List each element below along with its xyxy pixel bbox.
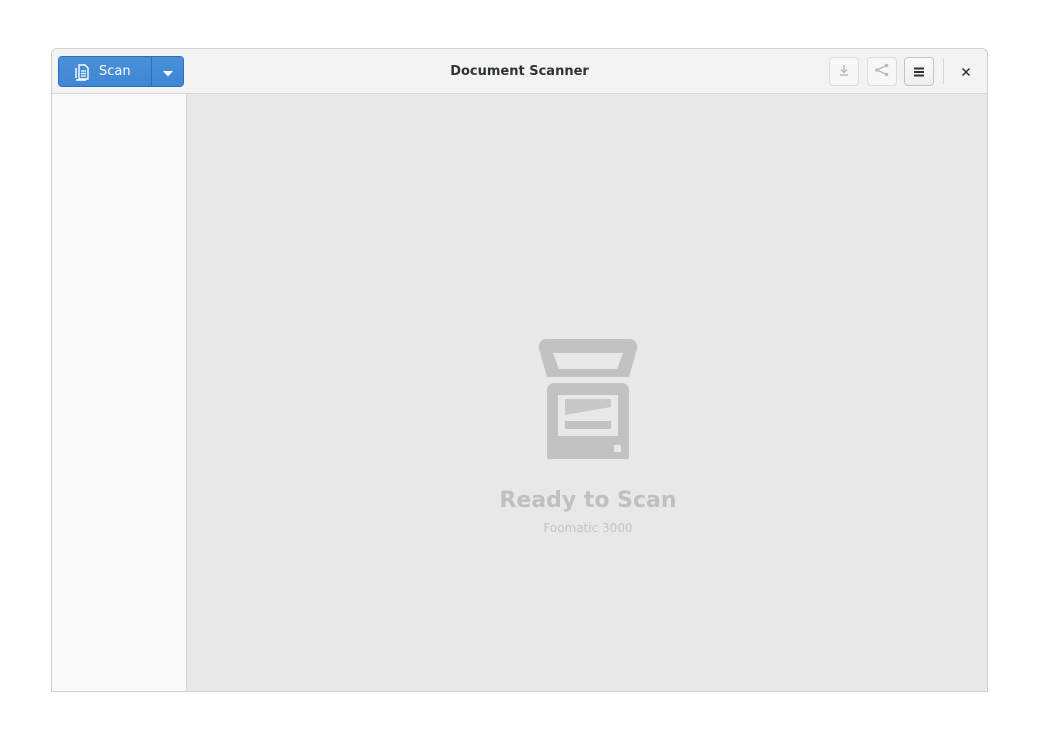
status-placeholder: Ready to Scan Foomatic 3000 — [187, 339, 987, 535]
download-icon — [837, 62, 851, 81]
scan-preview-area: Ready to Scan Foomatic 3000 — [187, 94, 987, 691]
document-scan-icon — [73, 63, 91, 81]
headerbar: Scan Document Scanner — [52, 49, 987, 94]
hamburger-menu-icon — [913, 62, 925, 81]
page-sidebar — [52, 94, 187, 691]
scan-options-dropdown[interactable] — [151, 57, 183, 86]
chevron-down-icon — [162, 62, 173, 81]
main-menu-button[interactable] — [904, 57, 934, 86]
share-button[interactable] — [867, 57, 897, 86]
scan-button-group: Scan — [58, 56, 184, 87]
status-title: Ready to Scan — [499, 488, 677, 513]
app-window: Scan Document Scanner Ready to Scan Foom… — [51, 48, 988, 692]
scan-button[interactable]: Scan — [59, 57, 151, 86]
headerbar-separator — [943, 59, 944, 84]
scanner-device-name: Foomatic 3000 — [543, 521, 633, 535]
save-button[interactable] — [829, 57, 859, 86]
share-icon — [874, 62, 890, 81]
close-button[interactable] — [951, 57, 981, 86]
scan-button-label: Scan — [99, 64, 131, 79]
close-icon — [961, 62, 971, 81]
scanner-icon — [539, 339, 637, 459]
